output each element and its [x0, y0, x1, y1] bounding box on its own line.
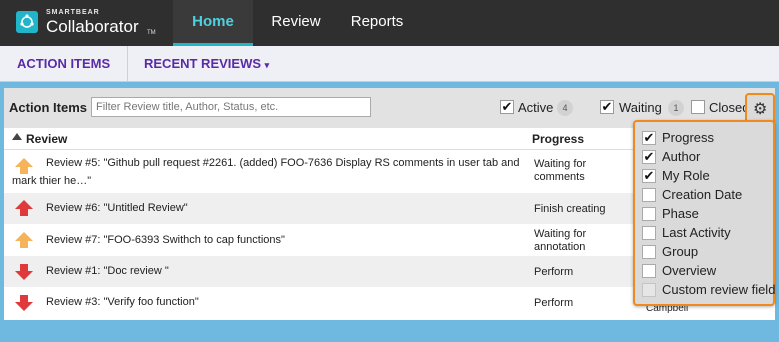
top-nav: SMARTBEAR Collaborator TM Home Review Re…	[0, 0, 779, 46]
waiting-count-badge: 1	[668, 100, 684, 116]
chevron-down-icon: ▾	[264, 60, 270, 70]
menu-item-label: Custom review field	[662, 282, 776, 297]
review-title-continued: mark thier he…"	[12, 175, 92, 187]
menu-item-overview[interactable]: Overview	[642, 262, 774, 281]
menu-checkbox[interactable]	[642, 226, 656, 240]
menu-item-label: Group	[662, 244, 699, 259]
closed-checkbox[interactable]	[691, 100, 705, 114]
menu-item-last-activity[interactable]: Last Activity	[642, 224, 774, 243]
sort-ascending-icon[interactable]	[12, 133, 22, 140]
active-count-badge: 4	[557, 100, 573, 116]
menu-item-label: My Role	[662, 168, 710, 183]
menu-item-label: Progress	[662, 130, 715, 145]
active-checkbox[interactable]: ✔	[500, 100, 514, 114]
menu-checkbox[interactable]: ✔	[642, 150, 656, 164]
menu-item-progress[interactable]: ✔ Progress	[642, 129, 774, 148]
subnav-recent-reviews[interactable]: RECENT REVIEWS ▾	[144, 46, 269, 82]
subnav-action-items[interactable]: ACTION ITEMS	[17, 46, 110, 82]
menu-checkbox[interactable]	[642, 207, 656, 221]
active-label: Active	[518, 100, 554, 115]
waiting-label: Waiting	[619, 100, 662, 115]
nav-tab-review[interactable]: Review	[258, 0, 334, 46]
menu-item-label: Author	[662, 149, 701, 164]
sub-nav: ACTION ITEMS RECENT REVIEWS ▾	[0, 46, 779, 82]
closed-label: Closed	[709, 100, 750, 115]
column-review[interactable]: Review	[26, 132, 67, 146]
review-title: Review #3: "Verify foo function"	[46, 296, 199, 308]
review-title: Review #5: "Github pull request #2261. (…	[46, 157, 520, 169]
progress-line-1: Finish creating	[534, 203, 606, 215]
menu-checkbox[interactable]	[642, 188, 656, 202]
waiting-checkbox[interactable]: ✔	[600, 100, 614, 114]
menu-checkbox[interactable]: ✔	[642, 131, 656, 145]
brand-tm: TM	[147, 30, 156, 36]
review-title: Review #6: "Untitled Review"	[46, 202, 188, 214]
progress-line-1: Perform	[534, 297, 574, 309]
brand-small: SMARTBEAR	[46, 9, 100, 16]
review-title: Review #1: "Doc review "	[46, 265, 169, 277]
priority-down-red-icon	[15, 264, 33, 280]
review-title: Review #7: "FOO-6393 Swithch to cap func…	[46, 234, 285, 246]
priority-up-red-icon	[15, 200, 33, 216]
menu-item-group[interactable]: Group	[642, 243, 774, 262]
menu-checkbox[interactable]	[642, 245, 656, 259]
menu-item-label: Creation Date	[662, 187, 743, 202]
column-chooser-menu: ✔ Progress ✔ Author ✔ My Role Creation D…	[633, 120, 775, 306]
menu-item-custom-review-field[interactable]: Custom review field	[642, 281, 776, 300]
progress-line-2: annotation	[534, 241, 586, 253]
panel-title: Action Items	[9, 100, 88, 115]
column-progress[interactable]: Progress	[532, 132, 584, 146]
column-settings-button[interactable]: ⚙	[745, 93, 775, 123]
nav-tab-reports[interactable]: Reports	[336, 0, 418, 46]
menu-checkbox[interactable]	[642, 283, 656, 297]
progress-line-1: Waiting for	[534, 228, 587, 240]
progress-line-1: Waiting for	[534, 158, 587, 170]
filter-input[interactable]	[91, 97, 371, 117]
menu-checkbox[interactable]: ✔	[642, 169, 656, 183]
menu-item-label: Last Activity	[662, 225, 731, 240]
subnav-recent-reviews-label: RECENT REVIEWS	[144, 56, 262, 71]
menu-item-label: Overview	[662, 263, 717, 278]
menu-checkbox[interactable]	[642, 264, 656, 278]
menu-item-phase[interactable]: Phase	[642, 205, 774, 224]
collaborator-logo-icon	[16, 11, 38, 33]
priority-down-red-icon	[15, 295, 33, 311]
menu-item-creation-date[interactable]: Creation Date	[642, 186, 774, 205]
gear-icon: ⚙	[753, 101, 768, 118]
progress-line-2: comments	[534, 171, 585, 183]
menu-item-my-role[interactable]: ✔ My Role	[642, 167, 774, 186]
menu-item-label: Phase	[662, 206, 699, 221]
nav-tab-home[interactable]: Home	[173, 0, 253, 46]
brand-name: Collaborator	[46, 17, 139, 36]
progress-line-1: Perform	[534, 266, 574, 278]
priority-up-orange-icon	[15, 232, 33, 248]
subnav-divider	[127, 46, 128, 82]
menu-item-author[interactable]: ✔ Author	[642, 148, 774, 167]
